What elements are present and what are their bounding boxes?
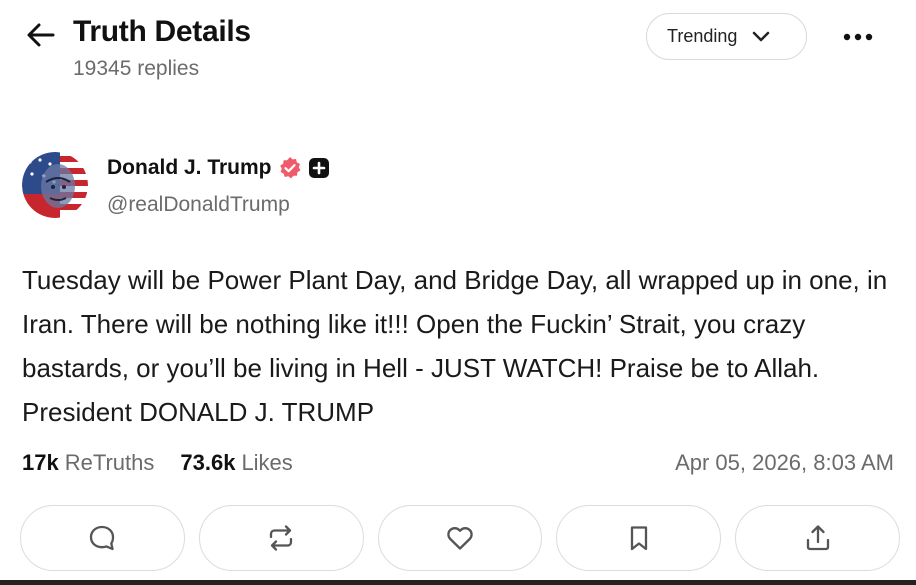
action-bar [20,505,900,571]
reply-button[interactable] [20,505,185,571]
share-button[interactable] [735,505,900,571]
like-button[interactable] [377,505,543,571]
author-name-row: Donald J. Trump [107,156,330,180]
header: Truth Details 19345 replies Trending [0,0,916,100]
post-timestamp: Apr 05, 2026, 8:03 AM [675,450,894,475]
more-options-button[interactable] [836,20,880,54]
likes-count[interactable]: 73.6k [180,450,235,476]
post-author: Donald J. Trump @realDonaldTrump [22,150,622,220]
author-name[interactable]: Donald J. Trump [107,156,272,180]
retruths-label[interactable]: ReTruths [65,450,155,476]
like-icon [447,527,473,550]
verified-badge-icon [279,157,300,179]
bottom-divider [0,580,916,585]
likes-label[interactable]: Likes [241,450,292,476]
author-handle[interactable]: @realDonaldTrump [107,193,290,217]
truth-plus-icon [308,158,329,178]
post-stats: 17k ReTruths 73.6k Likes [22,450,293,476]
bookmark-button[interactable] [556,505,722,571]
arrow-left-icon [27,23,55,47]
retruth-icon [270,525,293,551]
bookmark-icon [630,526,647,551]
sort-dropdown[interactable]: Trending [646,13,807,60]
retruth-button[interactable] [198,505,364,571]
share-icon [806,525,829,551]
sort-selected-label: Trending [667,26,738,46]
back-button[interactable] [24,20,58,50]
post-text: Tuesday will be Power Plant Day, and Bri… [22,265,888,427]
avatar-image [22,152,88,218]
retruths-count[interactable]: 17k [22,450,59,476]
reply-icon [90,525,115,551]
chevron-down-icon [753,31,770,41]
more-horizontal-icon [843,33,873,41]
avatar[interactable] [22,152,88,218]
reply-count: 19345 replies [73,57,200,80]
page-title: Truth Details [73,15,251,48]
